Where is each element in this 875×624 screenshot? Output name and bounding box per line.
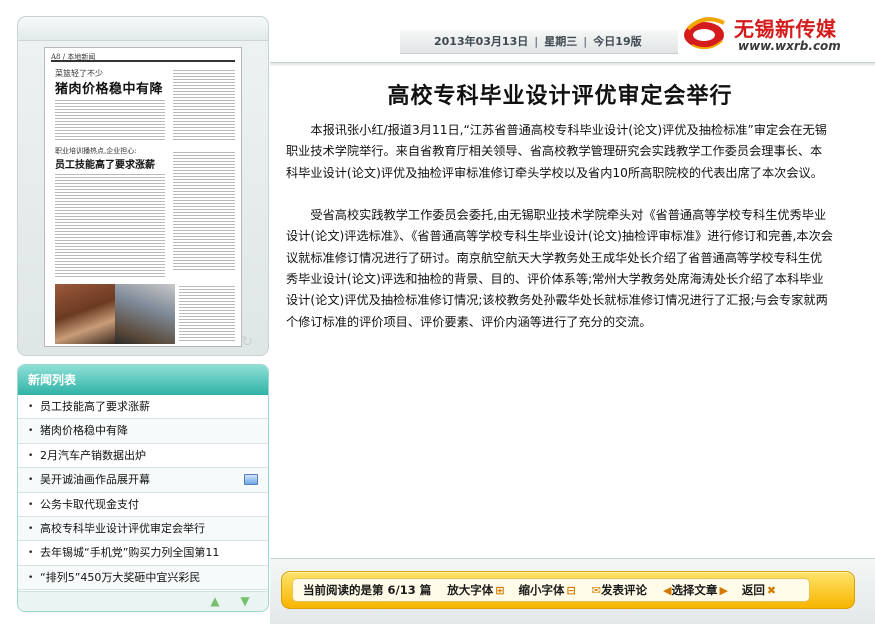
news-item-label: 去年锡城“手机党”购买力列全国第11 (40, 546, 220, 560)
news-list: • 员工技能高了要求涨薪 • 猪肉价格稳中有降 • 2月汽车产销数据出炉 • 吴开诚油画… (18, 395, 268, 591)
bullet-icon: • (28, 402, 34, 412)
logo-url: www.wxrb.com (738, 39, 841, 53)
date-strip: 2013年03月13日 | 星期三 | 今日19版 (400, 30, 678, 54)
news-item-label: 员工技能高了要求涨薪 (40, 400, 150, 413)
issue-edition: 今日19版 (593, 35, 642, 48)
article-title: 高校专科毕业设计评优审定会举行 (387, 84, 733, 109)
select-article-label: 选择文章 (671, 583, 718, 597)
thumbnail-page-section: A8 / 本地新闻 (51, 53, 96, 61)
reading-suffix: 篇 (419, 583, 432, 597)
thumbnail-photo (115, 284, 175, 344)
thumbnail-kicker-2: 职业培训播热点,企业担心: (55, 147, 137, 155)
thumbnail-text-block (55, 98, 165, 142)
reading-count: 6/13 (387, 583, 416, 597)
news-item-label: 猪肉价格稳中有降 (40, 424, 128, 438)
bullet-icon: • (28, 548, 34, 559)
shrink-font-label: 缩小字体 (518, 583, 565, 597)
article-body: 本报讯张小红/报道3月11日,“江苏省普通高校专科毕业设计(论文)评优及抽检标准… (286, 120, 834, 354)
issue-weekday: 星期三 (544, 35, 578, 48)
news-item-label: 高校专科毕业设计评优审定会举行 (40, 521, 205, 535)
thumbnail-panel-tab (18, 17, 268, 41)
back-button[interactable]: 返回 ✖ (742, 579, 776, 602)
thumbnail-text-block (173, 150, 235, 270)
thumbnail-text-block (179, 284, 235, 342)
picture-icon (244, 474, 258, 486)
site-logo[interactable]: 无锡新传媒 www.wxrb.com (680, 9, 858, 57)
arrow-up-icon[interactable]: ▲ (208, 595, 222, 608)
issue-date: 2013年03月13日 (434, 35, 529, 48)
newspaper-page-thumbnail[interactable]: A8 / 本地新闻 菜篮轻了不少 猪肉价格稳中有降 职业培训播热点,企业担心: … (44, 47, 242, 347)
bullet-icon: • (28, 426, 34, 437)
news-list-item[interactable]: • 吴开诚油画作品展开幕 (18, 468, 268, 493)
enlarge-font-label: 放大字体 (447, 583, 494, 597)
article-paragraph: 本报讯张小红/报道3月11日,“江苏省普通高校专科毕业设计(论文)评优及抽检标准… (286, 123, 827, 180)
bullet-icon: • (28, 450, 34, 461)
news-item-label: “排列5”450万大奖砸中宜兴彩民 (40, 570, 201, 584)
thumbnail-headline: 猪肉价格稳中有降 (55, 82, 164, 97)
page-thumbnail-panel: A8 / 本地新闻 菜篮轻了不少 猪肉价格稳中有降 职业培训播热点,企业担心: … (17, 16, 269, 356)
thumbnail-page-header: A8 / 本地新闻 (51, 52, 235, 62)
arrow-down-icon[interactable]: ▼ (238, 595, 252, 608)
logo-title: 无锡新传媒 (734, 17, 837, 41)
plus-box-icon: ⊞ (495, 584, 505, 597)
news-list-item[interactable]: • 猪肉价格稳中有降 (18, 419, 268, 444)
news-item-label: 吴开诚油画作品展开幕 (40, 473, 150, 487)
reading-prefix: 当前阅读的是第 (303, 583, 384, 597)
envelope-icon: ✉ (591, 584, 601, 597)
article-paragraph: 受省高校实践教学工作委员会委托,由无锡职业技术学院牵头对《省普通高等学校专科生优… (286, 208, 833, 329)
news-item-label: 公务卡取代现金支付 (40, 497, 139, 511)
news-list-item[interactable]: • 高校专科毕业设计评优审定会举行 (18, 516, 268, 542)
shrink-font-button[interactable]: 缩小字体 ⊟ (519, 579, 576, 602)
minus-box-icon: ⊟ (566, 584, 576, 597)
separator: | (583, 35, 588, 48)
news-list-item[interactable]: • “排列5”450万大奖砸中宜兴彩民 (18, 565, 268, 591)
bullet-icon: • (28, 499, 34, 510)
reading-toolbar: 当前阅读的是第 6/13 篇 放大字体 ⊞ 缩小字体 ⊟ ✉发表评论 ◀选择文章 ▶ … (281, 571, 855, 609)
close-icon: ✖ (766, 584, 777, 597)
separator: | (534, 35, 539, 48)
news-list-footer: ▲ ▼ (18, 591, 268, 611)
bullet-icon: • (28, 572, 34, 583)
thumbnail-text-block (173, 68, 235, 142)
reading-toolbar-inner: 当前阅读的是第 6/13 篇 放大字体 ⊞ 缩小字体 ⊟ ✉发表评论 ◀选择文章 ▶ … (292, 578, 810, 602)
news-list-item[interactable]: • 员工技能高了要求涨薪 (18, 395, 268, 420)
comment-button[interactable]: ✉发表评论 (590, 579, 647, 602)
enlarge-font-button[interactable]: 放大字体 ⊞ (447, 579, 504, 602)
news-list-title: 新闻列表 (18, 365, 268, 395)
news-list-item[interactable]: • 公务卡取代现金支付 (18, 492, 268, 517)
arrow-right-icon: ▶ (719, 584, 728, 597)
news-list-item[interactable]: • 去年锡城“手机党”购买力列全国第11 (18, 541, 268, 566)
bullet-icon: • (28, 475, 34, 486)
news-list-item[interactable]: • 2月汽车产销数据出炉 (18, 443, 268, 469)
back-label: 返回 (741, 583, 765, 597)
thumbnail-text-block (55, 172, 165, 278)
bullet-icon: • (28, 523, 34, 534)
header-divider (270, 62, 875, 66)
reading-position: 当前阅读的是第 6/13 篇 (303, 579, 431, 601)
logo-mark-icon (684, 17, 725, 50)
select-article-button[interactable]: ◀选择文章 ▶ (661, 579, 728, 602)
comment-label: 发表评论 (600, 583, 647, 597)
refresh-icon[interactable]: ↻ (238, 335, 256, 349)
news-item-label: 2月汽车产销数据出炉 (40, 448, 146, 462)
news-list-panel: 新闻列表 • 员工技能高了要求涨薪 • 猪肉价格稳中有降 • 2月汽车产销数据出炉 •… (17, 364, 269, 612)
thumbnail-headline-2: 员工技能高了要求涨薪 (55, 160, 155, 171)
thumbnail-photo (55, 284, 115, 344)
